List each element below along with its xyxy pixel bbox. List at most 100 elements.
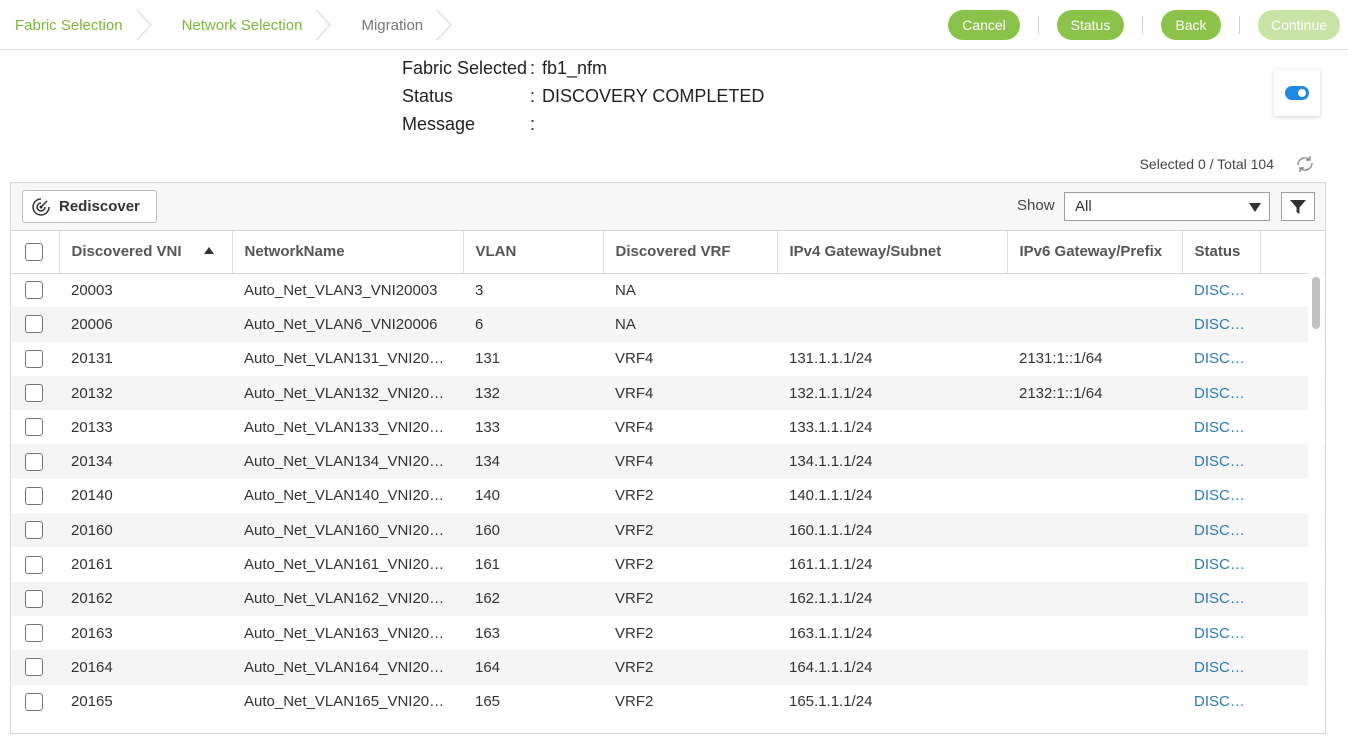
row-checkbox[interactable]	[25, 589, 43, 608]
table-row[interactable]: 20134 Auto_Net_VLAN134_VNI20… 134 VRF4 134.1…	[11, 444, 1325, 479]
continue-button[interactable]: Continue	[1258, 10, 1340, 40]
row-checkbox[interactable]	[25, 349, 43, 368]
table-row[interactable]: 20161 Auto_Net_VLAN161_VNI20… 161 VRF2 161.1…	[11, 547, 1325, 581]
colon: :	[530, 58, 536, 78]
cell-status[interactable]: DISC…	[1182, 513, 1260, 548]
view-toggle[interactable]	[1285, 86, 1309, 100]
table-row[interactable]: 20006 Auto_Net_VLAN6_VNI20006 6 NA DISC…	[11, 307, 1325, 342]
breadcrumb-step-fabric-selection[interactable]: Fabric Selection	[0, 0, 167, 50]
table-row[interactable]: 20162 Auto_Net_VLAN162_VNI20… 162 VRF2 162.1…	[11, 581, 1325, 616]
row-checkbox[interactable]	[25, 281, 43, 300]
cell-ipv4: 161.1.1.1/24	[789, 556, 873, 574]
table-row[interactable]: 20132 Auto_Net_VLAN132_VNI20… 132 VRF4 132.1…	[11, 375, 1325, 411]
scrollbar-thumb[interactable]	[1312, 277, 1320, 329]
colon: :	[530, 114, 536, 134]
cell-status[interactable]: DISC…	[1182, 273, 1260, 307]
breadcrumb-label: Network Selection	[181, 16, 303, 34]
table-row[interactable]: 20003 Auto_Net_VLAN3_VNI20003 3 NA DISC…	[11, 273, 1325, 307]
cell-vrf: VRF2	[615, 693, 654, 711]
row-checkbox[interactable]	[25, 315, 43, 334]
cell-status[interactable]: DISC…	[1182, 581, 1260, 616]
cell-name: Auto_Net_VLAN3_VNI20003	[244, 281, 438, 299]
networks-panel: Rediscover Show All Discovered VNI Netwo…	[10, 182, 1326, 734]
rediscover-button[interactable]: Rediscover	[22, 190, 157, 223]
cell-status[interactable]: DISC…	[1182, 342, 1260, 376]
filter-button[interactable]	[1281, 192, 1315, 221]
cell-status[interactable]: DISC…	[1182, 547, 1260, 581]
row-select-cell	[11, 650, 59, 685]
breadcrumb-step-migration[interactable]: Migration	[346, 0, 467, 50]
cell-vrf: VRF2	[603, 650, 777, 685]
status-button[interactable]: Status	[1057, 10, 1124, 40]
cell-status[interactable]: DISC…	[1182, 479, 1260, 513]
cell-ipv4: 163.1.1.1/24	[789, 624, 873, 642]
cell-name: Auto_Net_VLAN163_VNI20…	[244, 624, 445, 642]
cell-ipv6	[1007, 479, 1182, 513]
cell-vni: 20134	[59, 444, 232, 479]
column-header-status[interactable]: Status	[1182, 231, 1261, 274]
cell-vni: 20165	[71, 693, 113, 711]
cell-ipv6	[1007, 410, 1182, 444]
column-header-vlan[interactable]: VLAN	[463, 231, 604, 274]
row-checkbox[interactable]	[25, 486, 43, 505]
select-all-checkbox[interactable]	[25, 242, 43, 261]
cell-name: Auto_Net_VLAN161_VNI20…	[244, 556, 445, 574]
back-button[interactable]: Back	[1161, 10, 1221, 40]
column-header-discovered-vni[interactable]: Discovered VNI	[59, 231, 233, 274]
table-row[interactable]: 20163 Auto_Net_VLAN163_VNI20… 163 VRF2 163.1…	[11, 616, 1325, 650]
table-row[interactable]: 20160 Auto_Net_VLAN160_VNI20… 160 VRF2 160.1…	[11, 513, 1325, 548]
show-select[interactable]: All	[1064, 192, 1270, 221]
table-header-row: Discovered VNI NetworkName VLAN Discover…	[11, 231, 1325, 274]
cancel-button[interactable]: Cancel	[948, 10, 1020, 40]
row-checkbox[interactable]	[25, 521, 43, 540]
cell-vlan: 164	[463, 650, 603, 685]
cell-vrf: VRF2	[603, 513, 777, 548]
cell-ipv4: 164.1.1.1/24	[777, 650, 1007, 685]
row-checkbox[interactable]	[25, 692, 43, 711]
row-checkbox[interactable]	[25, 658, 43, 677]
row-select-cell	[11, 273, 59, 307]
cell-status[interactable]: DISC…	[1182, 650, 1260, 685]
cell-ipv4: 131.1.1.1/24	[789, 350, 873, 368]
row-checkbox[interactable]	[25, 452, 43, 471]
cell-vlan: 161	[475, 556, 501, 574]
networks-table: Discovered VNI NetworkName VLAN Discover…	[11, 231, 1325, 719]
wizard-actions: Cancel Status Back Continue	[948, 10, 1340, 40]
row-select-cell	[11, 616, 59, 650]
cell-vrf: NA	[615, 281, 636, 299]
column-header-ipv6-gateway[interactable]: IPv6 Gateway/Prefix	[1007, 231, 1183, 274]
cell-ipv6	[1007, 444, 1182, 479]
row-select-cell	[11, 547, 59, 581]
cell-status[interactable]: DISC…	[1182, 375, 1260, 411]
table-scrollbar[interactable]	[1308, 273, 1324, 733]
table-row[interactable]: 20131 Auto_Net_VLAN131_VNI20… 131 VRF4 131.1…	[11, 342, 1325, 376]
cell-ipv4: 140.1.1.1/24	[789, 487, 873, 505]
row-checkbox[interactable]	[25, 418, 43, 437]
cell-status[interactable]: DISC…	[1182, 444, 1260, 479]
refresh-icon[interactable]	[1294, 153, 1316, 175]
column-header-discovered-vrf[interactable]: Discovered VRF	[603, 231, 778, 274]
column-header-spacer	[1260, 231, 1325, 274]
table-row[interactable]: 20140 Auto_Net_VLAN140_VNI20… 140 VRF2 140.1…	[11, 479, 1325, 513]
table-row[interactable]: 20164 Auto_Net_VLAN164_VNI20… 164 VRF2 164.1…	[11, 650, 1325, 685]
cell-name: Auto_Net_VLAN162_VNI20…	[232, 581, 463, 616]
cell-ipv6	[1007, 581, 1182, 616]
cell-status[interactable]: DISC…	[1182, 410, 1260, 444]
fabric-status-value: DISCOVERY COMPLETED	[542, 86, 765, 106]
table-row[interactable]: 20165 Auto_Net_VLAN165_VNI20… 165 VRF2 165.1…	[11, 685, 1325, 719]
cell-status[interactable]: DISC…	[1182, 307, 1260, 342]
row-checkbox[interactable]	[25, 624, 43, 643]
cell-ipv6	[1007, 513, 1182, 548]
row-checkbox[interactable]	[25, 384, 43, 403]
column-header-ipv4-gateway[interactable]: IPv4 Gateway/Subnet	[777, 231, 1008, 274]
table-row[interactable]: 20133 Auto_Net_VLAN133_VNI20… 133 VRF4 133.1…	[11, 410, 1325, 444]
column-header-network-name[interactable]: NetworkName	[232, 231, 464, 274]
cell-ipv6	[1007, 307, 1182, 342]
cell-name: Auto_Net_VLAN165_VNI20…	[244, 693, 445, 711]
cell-status[interactable]: DISC…	[1182, 616, 1260, 650]
cell-vni: 20006	[59, 307, 232, 342]
cell-ipv6	[1007, 547, 1182, 581]
row-checkbox[interactable]	[25, 555, 43, 574]
breadcrumb-step-network-selection[interactable]: Network Selection	[167, 0, 347, 50]
cell-status[interactable]: DISC…	[1182, 685, 1260, 719]
